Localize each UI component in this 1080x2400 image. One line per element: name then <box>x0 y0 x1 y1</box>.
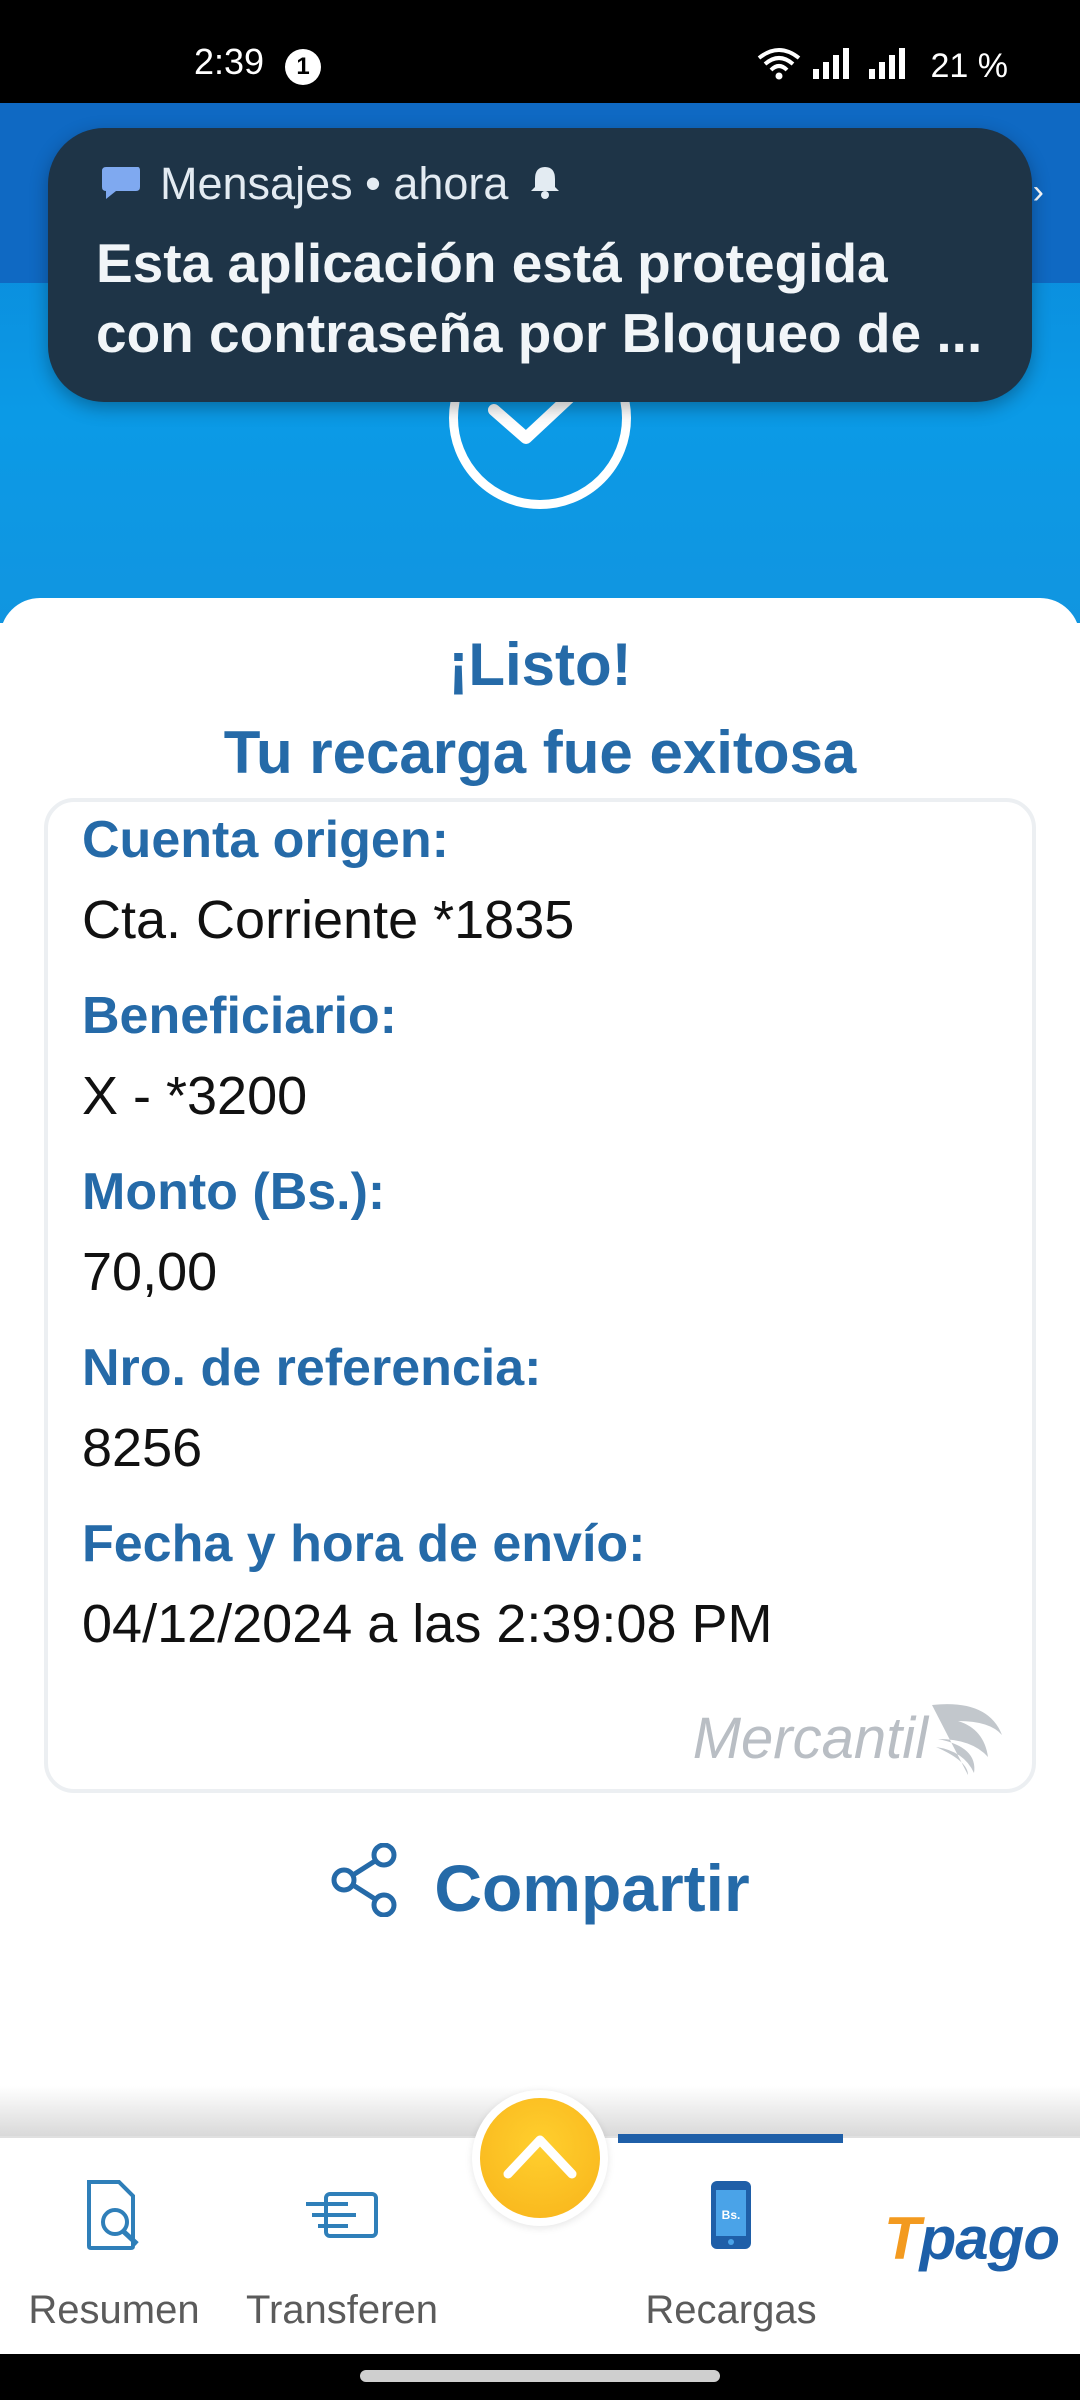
beneficiary-field: Beneficiario: X - *3200 <box>82 986 397 1126</box>
transfer-icon <box>304 2190 380 2245</box>
nav-active-indicator <box>618 2134 843 2143</box>
reference-field: Nro. de referencia: 8256 <box>82 1338 542 1478</box>
reference-value: 8256 <box>82 1418 203 1478</box>
status-bar: 2:39 1 21 % <box>0 0 1080 103</box>
nav-label-resumen: Resumen <box>28 2288 200 2332</box>
topup-icon-text: Bs. <box>722 2208 741 2222</box>
mercantil-logo: Mercantil <box>693 1699 1008 1777</box>
signal-icon <box>811 47 857 84</box>
expand-menu-button[interactable] <box>472 2090 608 2226</box>
date-label: Fecha y hora de envío: <box>82 1515 646 1573</box>
result-subtitle: Tu recarga fue exitosa <box>223 719 857 786</box>
beneficiary-label: Beneficiario: <box>82 987 397 1045</box>
mercantil-wing-icon <box>932 1704 1002 1775</box>
tpago-logo-t: T <box>884 2205 921 2272</box>
notification-count-badge: 1 <box>285 49 321 85</box>
notification-text: Esta aplicación está protegida con contr… <box>96 228 996 368</box>
account-value: Cta. Corriente *1835 <box>82 890 575 950</box>
mercantil-logo-text: Mercantil <box>692 1705 928 1771</box>
document-search-icon <box>83 2178 145 2257</box>
account-label: Cuenta origen: <box>82 811 449 869</box>
account-field: Cuenta origen: Cta. Corriente *1835 <box>82 810 574 950</box>
result-title: ¡Listo! <box>448 631 632 698</box>
transaction-details: Cuenta origen: Cta. Corriente *1835 Bene… <box>44 798 1036 1793</box>
status-time: 2:39 <box>194 41 265 82</box>
notification-header: Mensajes • ahora <box>100 158 564 210</box>
reference-label: Nro. de referencia: <box>82 1339 542 1397</box>
wifi-icon <box>757 46 801 85</box>
tpago-logo[interactable]: Tpago <box>884 2204 1060 2273</box>
chevron-up-icon <box>503 2135 577 2179</box>
date-field: Fecha y hora de envío: 04/12/2024 a las … <box>82 1514 773 1654</box>
date-value: 04/12/2024 a las 2:39:08 PM <box>82 1594 773 1654</box>
nav-label-recargas: Recargas <box>645 2288 817 2332</box>
bell-icon <box>526 163 564 206</box>
nav-label-transferencias: Transferen <box>246 2288 438 2332</box>
nav-item-transferencias[interactable]: Transferen <box>232 2138 452 2356</box>
result-card: ¡Listo! Tu recarga fue exitosa Cuenta or… <box>0 598 1080 2138</box>
share-button[interactable]: Compartir <box>0 1842 1080 1932</box>
nav-item-recargas[interactable]: Bs. Recargas <box>621 2138 841 2356</box>
gesture-handle[interactable] <box>360 2370 720 2382</box>
amount-label: Monto (Bs.): <box>82 1163 386 1221</box>
signal-icon-2 <box>867 47 913 84</box>
notification-app-name: Mensajes • ahora <box>160 158 509 209</box>
notification-line-2: con contraseña por Bloqueo de ... <box>96 302 983 364</box>
mobile-topup-icon: Bs. <box>708 2178 754 2257</box>
nav-item-resumen[interactable]: Resumen <box>4 2138 224 2356</box>
beneficiary-value: X - *3200 <box>82 1066 308 1126</box>
share-label: Compartir <box>434 1850 750 1925</box>
screen: 2:39 1 21 % › Mensajes • ahora Esta apli… <box>0 0 1080 2400</box>
tpago-logo-rest: pago <box>919 2205 1060 2272</box>
share-icon <box>330 1842 400 1932</box>
chat-bubble-icon <box>100 163 142 206</box>
amount-field: Monto (Bs.): 70,00 <box>82 1162 385 1302</box>
amount-value: 70,00 <box>82 1242 218 1302</box>
notification-line-1: Esta aplicación está protegida <box>96 232 888 294</box>
heads-up-notification[interactable]: Mensajes • ahora Esta aplicación está pr… <box>48 128 1032 402</box>
fab-circle <box>480 2098 600 2218</box>
status-icons: 21 % <box>757 46 1009 85</box>
chevron-right-icon[interactable]: › <box>1033 173 1044 212</box>
battery-level: 21 % <box>930 46 1009 85</box>
